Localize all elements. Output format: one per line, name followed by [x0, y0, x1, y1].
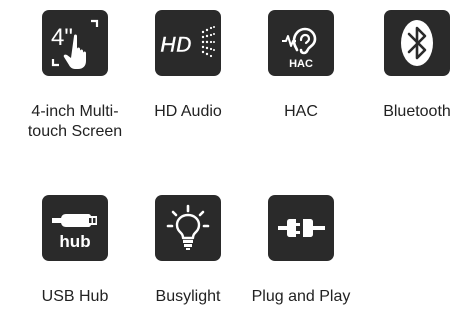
touchscreen-icon: 4": [51, 19, 99, 69]
bluetooth-label: Bluetooth: [383, 103, 451, 120]
busylight-icon: [166, 204, 210, 250]
feature-usb-hub: hub USB Hub: [20, 195, 130, 307]
feature-plug-and-play: Plug and Play: [246, 195, 356, 307]
touchscreen-label: 4-inch Multi-touch Screen: [27, 103, 123, 140]
usb-hub-tile: hub: [42, 195, 108, 261]
bluetooth-tile: [384, 10, 450, 76]
bluetooth-icon: [401, 20, 433, 66]
plug-and-play-label: Plug and Play: [251, 288, 351, 305]
busylight-label: Busylight: [155, 288, 221, 305]
touchscreen-size-text: 4": [51, 24, 73, 51]
feature-hac: HAC HAC: [246, 10, 356, 122]
hub-text: hub: [59, 232, 90, 251]
hd-audio-icon: HD: [160, 26, 215, 57]
hearing-aid-icon: HAC: [282, 27, 317, 70]
hac-text: HAC: [289, 58, 313, 70]
feature-bluetooth: Bluetooth: [362, 10, 472, 122]
hd-audio-label: HD Audio: [154, 103, 222, 120]
feature-touchscreen: 4" 4-inch Multi-touch Screen: [20, 10, 130, 142]
hac-label: HAC: [284, 103, 318, 120]
feature-hd-audio: HD HD Audio: [133, 10, 243, 122]
feature-busylight: Busylight: [133, 195, 243, 307]
touchscreen-tile: 4": [42, 10, 108, 76]
hd-audio-tile: HD: [155, 10, 221, 76]
busylight-tile: [155, 195, 221, 261]
hac-tile: HAC: [268, 10, 334, 76]
usb-hub-icon: hub: [52, 214, 97, 251]
plug-and-play-icon: [278, 219, 325, 237]
usb-hub-label: USB Hub: [41, 288, 109, 305]
plug-and-play-tile: [268, 195, 334, 261]
hd-text: HD: [160, 32, 192, 57]
